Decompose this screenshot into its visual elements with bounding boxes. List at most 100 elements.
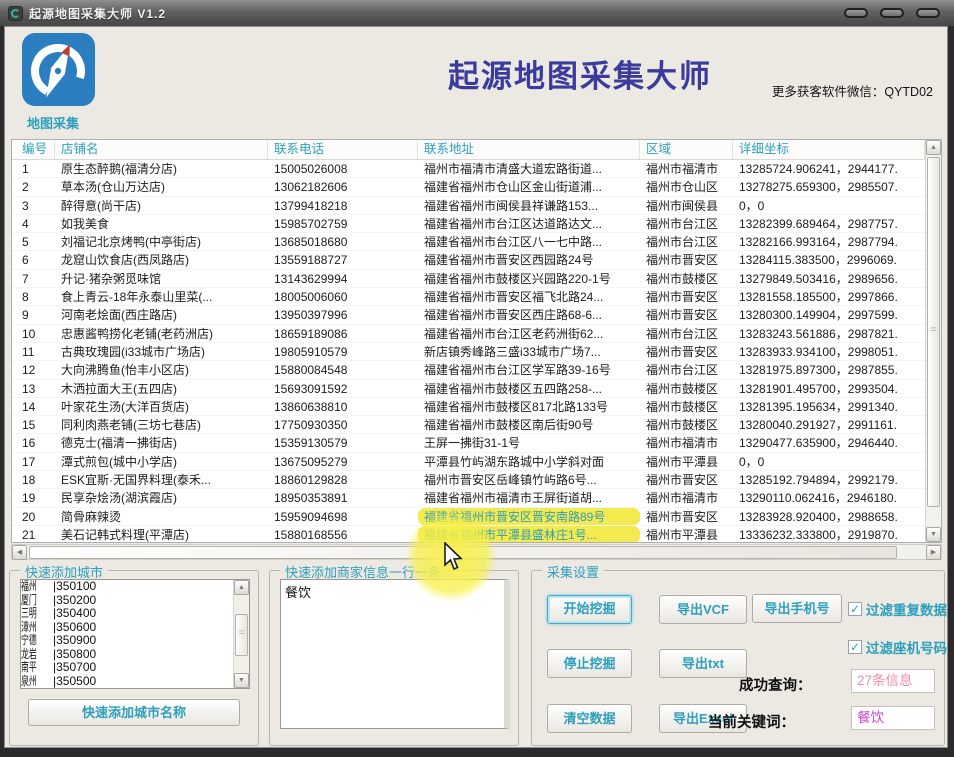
city-list-item[interactable]: 漳州|350600	[21, 621, 249, 635]
current-keyword-value[interactable]: 餐饮	[851, 706, 935, 730]
table-row[interactable]: 13木洒拉面大王(五四店)15693091592福建省福州市鼓楼区五四路258-…	[12, 380, 925, 398]
row-id: 9	[12, 306, 55, 324]
tab-map-collect[interactable]: 地图采集	[27, 113, 79, 132]
table-row[interactable]: 20简骨麻辣烫15959094698福建省福州市晋安区晋安南路89号福州市晋安区…	[12, 508, 925, 526]
scroll-up-icon[interactable]: ▲	[926, 140, 941, 155]
row-id: 4	[12, 215, 55, 233]
table-row[interactable]: 8食上青云-18年永泰山里菜(...18005006060福建省福州市晋安区福飞…	[12, 288, 925, 306]
start-mining-button[interactable]: 开始挖掘	[547, 595, 632, 624]
address: 福建省福州市福清市王屏街道胡...	[418, 489, 640, 507]
city-list[interactable]: 福州|350100厦门|350200三明|350400漳州|350600宁德|3…	[20, 579, 250, 689]
table-row[interactable]: 17潭式煎包(城中小学店)13675095279平潭县竹屿湖东路城中小学斜对面福…	[12, 453, 925, 471]
city-list-item[interactable]: 厦门|350200	[21, 594, 249, 608]
coords: 13279849.503416，2989656.	[733, 270, 925, 288]
district: 福州市仓山区	[640, 178, 733, 196]
district: 福州市晋安区	[640, 471, 733, 489]
table-row[interactable]: 11古典玫瑰园(i33城市广场店)19805910579新店镇秀峰路三盛i33城…	[12, 343, 925, 361]
column-header-address[interactable]: 联系地址	[418, 140, 640, 159]
district: 福州市台江区	[640, 233, 733, 251]
scroll-right-icon[interactable]: ▶	[926, 545, 941, 560]
row-id: 8	[12, 288, 55, 306]
export-phone-button[interactable]: 导出手机号	[752, 594, 842, 623]
export-txt-button[interactable]: 导出txt	[659, 649, 747, 678]
success-query-value[interactable]: 27条信息	[851, 669, 935, 693]
table-row[interactable]: 12大向沸腾鱼(怡丰小区店)15880084548福建省福州市台江区学军路39-…	[12, 361, 925, 379]
row-id: 21	[12, 526, 55, 542]
table-row[interactable]: 9河南老烩面(西庄路店)13950397996福建省福州市晋安区西庄路68-6.…	[12, 306, 925, 324]
filter-duplicates-checkbox[interactable]: ✓ 过滤重复数据	[848, 599, 947, 619]
vertical-scrollbar[interactable]: ▲ ▼	[925, 140, 941, 542]
shop-name: 河南老烩面(西庄路店)	[55, 306, 268, 324]
row-id: 20	[12, 508, 55, 526]
horizontal-scroll-thumb[interactable]	[29, 546, 897, 559]
city-list-scroll-thumb[interactable]	[235, 614, 248, 656]
column-header-shop-name[interactable]: 店铺名	[55, 140, 268, 159]
table-row[interactable]: 21美石记韩式料理(平潭店)15880168556福建省福州市平潭县盛林庄1号.…	[12, 526, 925, 542]
address: 福建省福州市鼓楼区817北路133号	[418, 398, 640, 416]
district: 福州市鼓楼区	[640, 416, 733, 434]
city-list-item[interactable]: 龙岩|350800	[21, 648, 249, 662]
table-row[interactable]: 3醉得意(尚干店)13799418218福建省福州市闽侯县祥谦路153...福州…	[12, 197, 925, 215]
coords: 13285192.794894，2992179.	[733, 471, 925, 489]
checkmark-icon[interactable]: ✓	[848, 640, 862, 654]
table-row[interactable]: 2草本汤(仓山万达店)13062182606福建省福州市仓山区金山街道浦...福…	[12, 178, 925, 196]
column-header-phone[interactable]: 联系电话	[268, 140, 418, 159]
scroll-left-icon[interactable]: ◀	[12, 545, 27, 560]
scroll-down-icon[interactable]: ▼	[926, 527, 941, 542]
table-row[interactable]: 6龙窟山饮食店(西凤路店)13559188727福建省福州市晋安区西园路24号福…	[12, 251, 925, 269]
phone: 15880168556	[268, 526, 418, 542]
address: 福建省福州市台江区八一七中路...	[418, 233, 640, 251]
city-list-item[interactable]: 三明|350400	[21, 607, 249, 621]
column-header-row-id[interactable]: 编号	[12, 140, 55, 159]
table-row[interactable]: 18ESK宜斯·无国界料理(泰禾...18860129828福州市晋安区岳峰镇竹…	[12, 471, 925, 489]
quick-add-city-button[interactable]: 快速添加城市名称	[28, 699, 240, 726]
table-row[interactable]: 14叶家花生汤(大洋百货店)13860638810福建省福州市鼓楼区817北路1…	[12, 398, 925, 416]
scroll-down-icon[interactable]: ▼	[234, 673, 249, 688]
city-list-item[interactable]: 南平|350700	[21, 661, 249, 675]
table-row[interactable]: 19民享杂烩汤(湖滨霞店)18950353891福建省福州市福清市王屏街道胡..…	[12, 489, 925, 507]
maximize-button[interactable]	[880, 8, 904, 18]
table-row[interactable]: 7升记·猪杂粥觅味馆13143629994福建省福州市鼓楼区兴园路220-1号福…	[12, 270, 925, 288]
window-controls	[844, 8, 946, 18]
table-row[interactable]: 5刘福记北京烤鸭(中亭街店)13685018680福建省福州市台江区八一七中路.…	[12, 233, 925, 251]
address: 福建省福州市鼓楼区兴园路220-1号	[418, 270, 640, 288]
app-logo-compass-icon	[20, 31, 97, 108]
coords: 13281975.897300，2987855.	[733, 361, 925, 379]
coords: 13283933.934100，2998051.	[733, 343, 925, 361]
phone: 13799418218	[268, 197, 418, 215]
horizontal-scrollbar[interactable]: ◀ ▶	[11, 544, 942, 560]
phone: 18860129828	[268, 471, 418, 489]
city-list-item[interactable]: 宁德|350900	[21, 634, 249, 648]
column-header-district[interactable]: 区域	[640, 140, 733, 159]
app-icon	[8, 6, 23, 21]
scroll-up-icon[interactable]: ▲	[234, 580, 249, 595]
vertical-scroll-thumb[interactable]	[927, 157, 940, 507]
clear-data-button[interactable]: 清空数据	[547, 704, 632, 733]
shop-name: ESK宜斯·无国界料理(泰禾...	[55, 471, 268, 489]
phone: 18950353891	[268, 489, 418, 507]
city-list-item[interactable]: 泉州|350500	[21, 675, 249, 689]
checkmark-icon[interactable]: ✓	[848, 602, 862, 616]
coords: 13278275.659300，2985507.	[733, 178, 925, 196]
city-list-item[interactable]: 福州|350100	[21, 580, 249, 594]
minimize-button[interactable]	[844, 8, 868, 18]
column-header-coords[interactable]: 详细坐标	[733, 140, 925, 159]
filter-landline-checkbox[interactable]: ✓ 过滤座机号码	[848, 637, 947, 657]
table-header-row: 编号店铺名联系电话联系地址区域详细坐标	[12, 140, 925, 160]
phone: 18659189086	[268, 325, 418, 343]
success-query-label: 成功查询：	[739, 674, 812, 695]
city-list-scrollbar[interactable]: ▲ ▼	[233, 580, 249, 688]
table-row[interactable]: 10忠惠酱鸭捞化老铺(老药洲店)18659189086福建省福州市台江区老药洲街…	[12, 325, 925, 343]
merchant-keywords-input[interactable]: 餐饮	[280, 579, 510, 729]
table-row[interactable]: 15同利肉燕老铺(三坊七巷店)17750930350福建省福州市鼓楼区南后街90…	[12, 416, 925, 434]
table-row[interactable]: 4如我美食15985702759福建省福州市台江区达道路达文...福州市台江区1…	[12, 215, 925, 233]
close-button[interactable]	[916, 8, 940, 18]
shop-name: 潭式煎包(城中小学店)	[55, 453, 268, 471]
address: 福州市福清市清盛大道宏路街道...	[418, 160, 640, 178]
table-row[interactable]: 1原生态醉鹅(福清分店)15005026008福州市福清市清盛大道宏路街道...…	[12, 160, 925, 178]
stop-mining-button[interactable]: 停止挖掘	[547, 649, 632, 678]
panel-title: 采集设置	[542, 562, 604, 581]
shop-name: 醉得意(尚干店)	[55, 197, 268, 215]
table-row[interactable]: 16德克士(福清一拂街店)15359130579王屏一拂街31-1号福州市福清市…	[12, 434, 925, 452]
export-vcf-button[interactable]: 导出VCF	[659, 595, 747, 624]
